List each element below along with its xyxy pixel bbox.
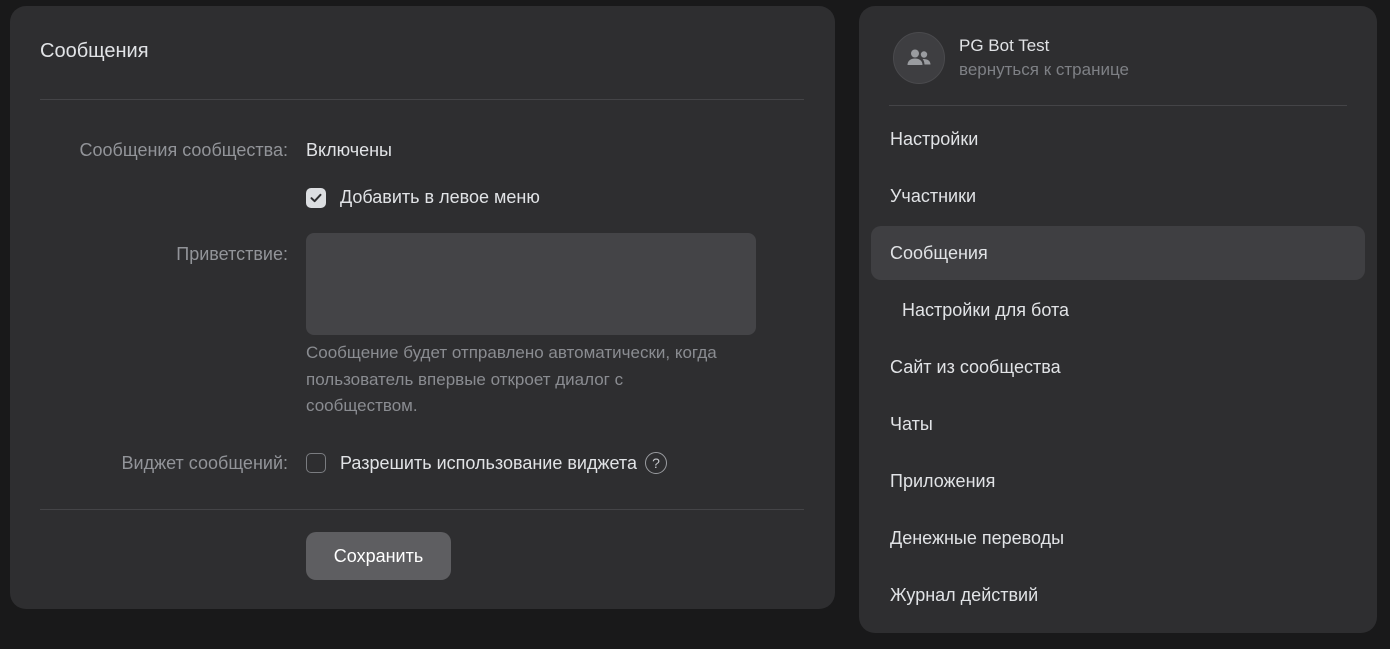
sidebar-item-label: Настройки для бота — [902, 299, 1069, 320]
avatar[interactable] — [893, 32, 945, 84]
sidebar-item-settings[interactable]: Настройки — [871, 112, 1365, 166]
left-menu-option[interactable]: Добавить в левое меню — [306, 187, 540, 208]
widget-label: Виджет сообщений: — [121, 453, 288, 473]
greeting-textarea[interactable] — [306, 233, 756, 335]
left-menu-checkbox[interactable] — [306, 187, 326, 208]
sidebar-item-label: Участники — [890, 185, 976, 206]
page-title: Сообщения — [40, 40, 149, 62]
title-divider — [40, 99, 804, 100]
checkmark-icon — [310, 193, 322, 202]
sidebar-item-label: Денежные переводы — [890, 527, 1065, 548]
sidebar-item-label: Приложения — [890, 470, 996, 491]
group-header: PG Bot Test вернуться к странице — [893, 32, 1129, 84]
sidebar-item-chats[interactable]: Чаты — [871, 397, 1365, 451]
widget-option[interactable]: Разрешить использование виджета ? — [306, 452, 667, 474]
greeting-hint: Сообщение будет отправлено автоматически… — [306, 343, 717, 415]
sidebar-item-label: Сообщения — [890, 242, 988, 263]
widget-checkbox[interactable] — [306, 453, 326, 473]
widget-checkbox-label: Разрешить использование виджета — [340, 452, 637, 473]
save-button[interactable]: Сохранить — [306, 532, 451, 580]
sidebar-item-label: Настройки — [890, 128, 979, 149]
footer-divider — [40, 509, 804, 510]
sidebar-item-messages[interactable]: Сообщения — [871, 226, 1365, 280]
sidebar-item-bot-settings[interactable]: Настройки для бота — [871, 283, 1365, 337]
sidebar-item-members[interactable]: Участники — [871, 169, 1365, 223]
question-icon[interactable]: ? — [644, 452, 667, 474]
group-name[interactable]: PG Bot Test — [959, 34, 1129, 58]
greeting-label: Приветствие: — [176, 244, 288, 264]
sidebar-item-label: Сайт из сообщества — [890, 356, 1061, 377]
community-messages-label: Сообщения сообщества: — [79, 140, 288, 160]
back-to-page-link[interactable]: вернуться к странице — [959, 58, 1129, 82]
community-messages-status[interactable]: Включены — [306, 140, 392, 161]
community-management-sidebar: PG Bot Test вернуться к странице Настрой… — [859, 6, 1377, 633]
left-menu-checkbox-label: Добавить в левое меню — [340, 187, 540, 207]
messages-settings-panel: Сообщения Сообщения сообщества: Включены… — [10, 6, 835, 609]
sidebar-item-action-log[interactable]: Журнал действий — [871, 568, 1365, 622]
sidebar-item-community-site[interactable]: Сайт из сообщества — [871, 340, 1365, 394]
sidebar-item-apps[interactable]: Приложения — [871, 454, 1365, 508]
users-icon — [907, 49, 931, 65]
sidebar-divider — [889, 105, 1347, 106]
sidebar-item-money-transfers[interactable]: Денежные переводы — [871, 511, 1365, 565]
sidebar-item-label: Журнал действий — [890, 584, 1039, 605]
sidebar-item-label: Чаты — [890, 413, 933, 434]
